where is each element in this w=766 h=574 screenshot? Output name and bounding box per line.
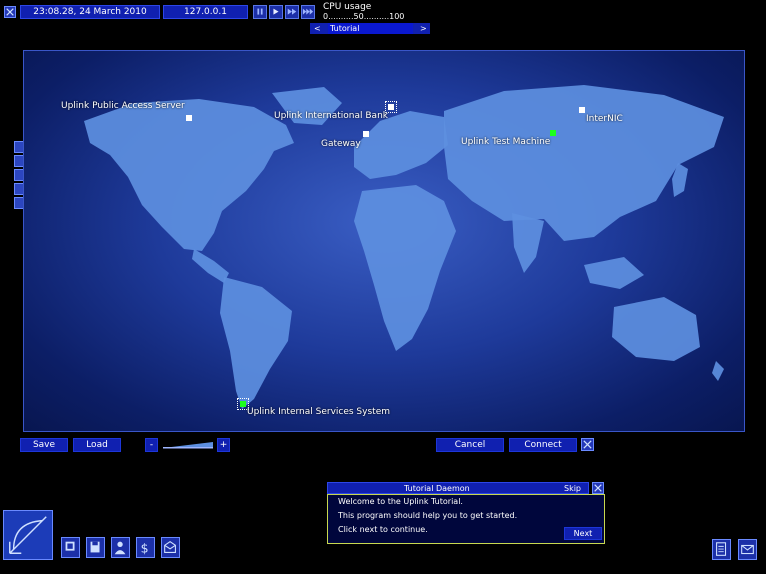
connect-button[interactable]: Connect <box>509 438 577 452</box>
notes-icon[interactable] <box>712 539 731 560</box>
finance-icon[interactable]: $ <box>136 537 155 558</box>
map-label-internic: InterNIC <box>586 114 623 124</box>
fast-forward-icon[interactable] <box>285 5 299 19</box>
play-icon[interactable] <box>269 5 283 19</box>
map-label-test-machine: Uplink Test Machine <box>461 137 551 147</box>
cancel-button[interactable]: Cancel <box>436 438 504 452</box>
close-connection-icon[interactable] <box>581 438 594 451</box>
datetime-display: 23:08.28, 24 March 2010 <box>20 5 160 19</box>
tutorial-selector[interactable]: < Tutorial > <box>310 23 430 34</box>
save-button[interactable]: Save <box>20 438 68 452</box>
map-label-public-access-server: Uplink Public Access Server <box>61 101 185 111</box>
dish-icon[interactable] <box>3 510 53 560</box>
map-label-international-bank: Uplink International Bank <box>274 111 388 121</box>
map-node-test-machine[interactable] <box>550 130 556 136</box>
tutorial-line-3: Click next to continue. <box>338 525 428 534</box>
tutorial-daemon-body: Welcome to the Uplink Tutorial. This pro… <box>327 494 605 544</box>
zoom-in-button[interactable]: + <box>217 438 230 452</box>
email-icon[interactable] <box>738 539 757 560</box>
tutorial-daemon-title: Tutorial Daemon <box>404 484 470 493</box>
computer-icon[interactable] <box>61 537 80 558</box>
tutorial-next-button[interactable]: > <box>420 23 427 34</box>
tutorial-close-icon[interactable] <box>592 482 604 494</box>
ip-address-display[interactable]: 127.0.0.1 <box>163 5 248 19</box>
close-icon[interactable] <box>4 6 16 18</box>
fastest-forward-icon[interactable] <box>301 5 315 19</box>
tutorial-line-2: This program should help you to get star… <box>338 511 518 520</box>
map-node-gateway[interactable] <box>363 131 369 137</box>
tutorial-skip-button[interactable]: Skip <box>564 483 581 494</box>
map-node-internal-services-system[interactable] <box>237 398 249 410</box>
map-node-international-bank[interactable] <box>385 101 397 113</box>
zoom-slider[interactable] <box>163 441 213 449</box>
people-icon[interactable] <box>111 537 130 558</box>
tutorial-daemon-titlebar: Tutorial Daemon Skip <box>327 482 589 494</box>
world-map[interactable]: Uplink Public Access Server Uplink Inter… <box>23 50 745 432</box>
map-label-internal-services-system: Uplink Internal Services System <box>247 407 390 417</box>
map-label-gateway: Gateway <box>321 139 361 149</box>
load-button[interactable]: Load <box>73 438 121 452</box>
svg-text:$: $ <box>141 540 149 555</box>
map-node-public-access-server[interactable] <box>186 115 192 121</box>
mail-icon[interactable] <box>161 537 180 558</box>
zoom-out-button[interactable]: - <box>145 438 158 452</box>
cpu-usage-label: CPU usage <box>323 2 372 12</box>
tutorial-prev-button[interactable]: < <box>314 23 321 34</box>
disk-icon[interactable] <box>86 537 105 558</box>
tutorial-line-1: Welcome to the Uplink Tutorial. <box>338 497 463 506</box>
tutorial-name: Tutorial <box>328 23 413 34</box>
map-node-internic[interactable] <box>579 107 585 113</box>
pause-icon[interactable] <box>253 5 267 19</box>
cpu-usage-scale: 0..........50..........100 <box>323 12 405 21</box>
tutorial-daemon-panel: Tutorial Daemon Skip Welcome to the Upli… <box>327 482 605 544</box>
tutorial-next-button[interactable]: Next <box>564 527 602 540</box>
